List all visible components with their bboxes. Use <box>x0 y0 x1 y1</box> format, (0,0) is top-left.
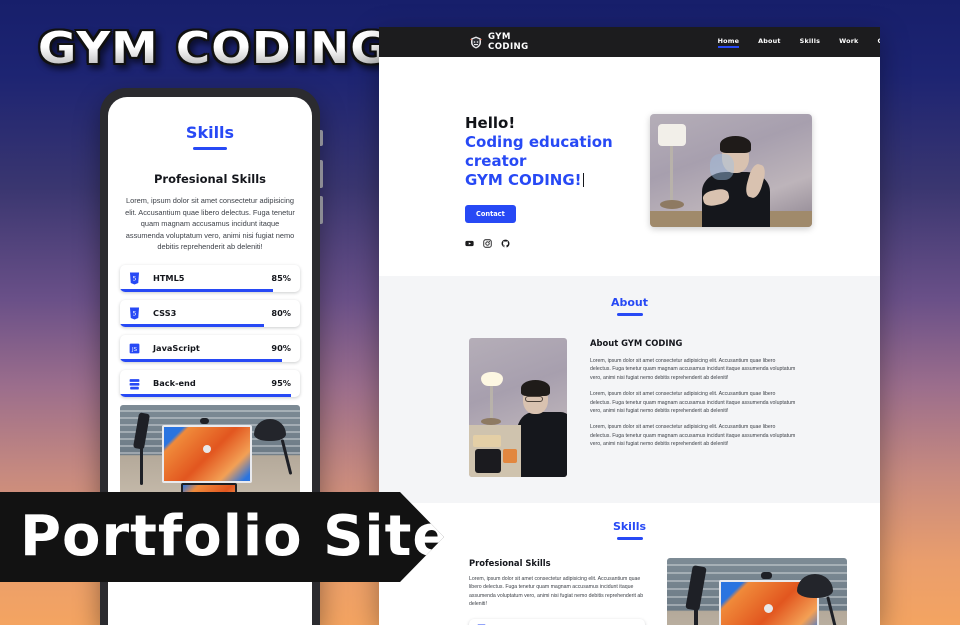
about-section: About About GYM CODING Lorem, ipsum dolo… <box>379 276 880 503</box>
youtube-icon[interactable] <box>465 239 474 248</box>
about-section-title: About <box>379 296 880 316</box>
github-icon[interactable] <box>501 239 510 248</box>
site-navbar: GYM CODING Home About Skills Work Contact <box>379 27 880 57</box>
social-links <box>465 239 637 248</box>
skill-card: 5HTML585% <box>469 618 645 625</box>
hero-copy: Hello! Coding education creator GYM CODI… <box>379 114 637 276</box>
nav-link-work[interactable]: Work <box>839 37 858 48</box>
phone-skills-section-title-text: Skills <box>185 123 235 142</box>
skills-section-title: Skills <box>379 520 880 540</box>
skill-card: 5 HTML5 85% <box>120 264 300 292</box>
hero-greeting: Hello! <box>465 114 516 132</box>
phone-skills-section-title: Skills <box>120 123 300 150</box>
hero-headline-line-2: creator <box>465 152 527 170</box>
phone-volume-down-button <box>320 196 323 224</box>
nav-link-contact[interactable]: Contact <box>878 37 880 48</box>
skill-card: JS JavaScript 90% <box>120 334 300 362</box>
skills-description: Lorem, ipsum dolor sit amet consectetur … <box>469 576 644 608</box>
skills-body: Profesional Skills Lorem, ipsum dolor si… <box>379 540 880 625</box>
svg-text:5: 5 <box>133 276 137 283</box>
site-logo-text: GYM CODING <box>488 32 529 52</box>
skill-name: HTML5 <box>153 273 185 284</box>
about-paragraph: Lorem, ipsum dolor sit amet consectetur … <box>590 358 796 381</box>
about-section-title-text: About <box>610 296 649 309</box>
html5-icon: 5 <box>129 272 140 285</box>
hero-headline: Coding education creator GYM CODING! <box>465 133 637 190</box>
typing-caret <box>582 173 584 187</box>
skills-section-title-text: Skills <box>612 520 647 533</box>
skill-percent: 90% <box>271 343 291 354</box>
nav-link-skills[interactable]: Skills <box>800 37 820 48</box>
poster-canvas: GYM CODING Skills Profesional Skills Lor… <box>0 0 960 625</box>
skill-progress-bar <box>120 358 282 362</box>
skills-copy: Profesional Skills Lorem, ipsum dolor si… <box>469 558 645 625</box>
javascript-icon: JS <box>129 343 140 354</box>
skill-progress-bar <box>120 393 291 397</box>
about-heading: About GYM CODING <box>590 338 683 348</box>
skill-name: CSS3 <box>153 308 177 319</box>
hero-headline-line-1: Coding education <box>465 133 613 151</box>
navbar-links: Home About Skills Work Contact <box>717 37 880 48</box>
about-body: About GYM CODING Lorem, ipsum dolor sit … <box>379 316 880 477</box>
desktop-mockup: GYM CODING Home About Skills Work Contact He… <box>379 27 880 625</box>
nav-link-about[interactable]: About <box>758 37 781 48</box>
phone-skills-heading: Profesional Skills <box>154 172 266 186</box>
phone-skills-description: Lorem, ipsum dolor sit amet consectetur … <box>125 196 295 252</box>
poster-brand-title: GYM CODING <box>38 23 390 74</box>
css3-icon: 5 <box>129 307 140 320</box>
skill-card: 5 CSS3 80% <box>120 299 300 327</box>
hero-headline-line-3-wrap: GYM CODING! <box>465 171 637 190</box>
skills-section: Skills Profesional Skills Lorem, ipsum d… <box>379 503 880 625</box>
svg-text:5: 5 <box>133 311 137 318</box>
portfolio-banner: Portfolio Site <box>0 492 444 582</box>
backend-icon <box>129 379 140 390</box>
svg-text:JS: JS <box>131 347 138 353</box>
hero-headline-line-3: GYM CODING! <box>465 171 582 189</box>
portfolio-banner-text: Portfolio Site <box>20 504 452 569</box>
phone-power-button <box>320 130 323 146</box>
about-paragraph: Lorem, ipsum dolor sit amet consectetur … <box>590 424 796 448</box>
skill-progress-bar <box>120 288 273 292</box>
skill-percent: 85% <box>271 273 291 284</box>
nav-link-home[interactable]: Home <box>717 37 740 48</box>
skill-name: JavaScript <box>153 343 200 354</box>
hero-photo <box>650 114 812 227</box>
phone-skill-list: 5 HTML5 85% 5 CSS3 80% JS JavaScript 90% Back-end… <box>120 264 300 397</box>
phone-volume-up-button <box>320 160 323 188</box>
site-logo[interactable]: GYM CODING <box>470 32 529 52</box>
skill-percent: 80% <box>271 308 291 319</box>
about-photo <box>469 338 567 477</box>
about-paragraph: Lorem, ipsum dolor sit amet consectetur … <box>590 391 796 415</box>
skill-percent: 95% <box>271 378 291 389</box>
about-text: About GYM CODING Lorem, ipsum dolor sit … <box>590 338 796 477</box>
skills-photo <box>667 558 847 625</box>
shield-badge-icon <box>470 36 482 48</box>
contact-button[interactable]: Contact <box>465 205 516 223</box>
skill-card: Back-end 95% <box>120 369 300 397</box>
skill-name: Back-end <box>153 378 196 389</box>
skills-heading: Profesional Skills <box>469 558 551 568</box>
hero-section: Hello! Coding education creator GYM CODI… <box>379 57 880 276</box>
skills-list: 5HTML585%5CSS380%JSJavaScript90% <box>469 618 645 625</box>
title-underline <box>193 147 227 150</box>
skill-progress-bar <box>120 323 264 327</box>
about-paragraph-list: Lorem, ipsum dolor sit amet consectetur … <box>590 357 796 449</box>
instagram-icon[interactable] <box>483 239 492 248</box>
